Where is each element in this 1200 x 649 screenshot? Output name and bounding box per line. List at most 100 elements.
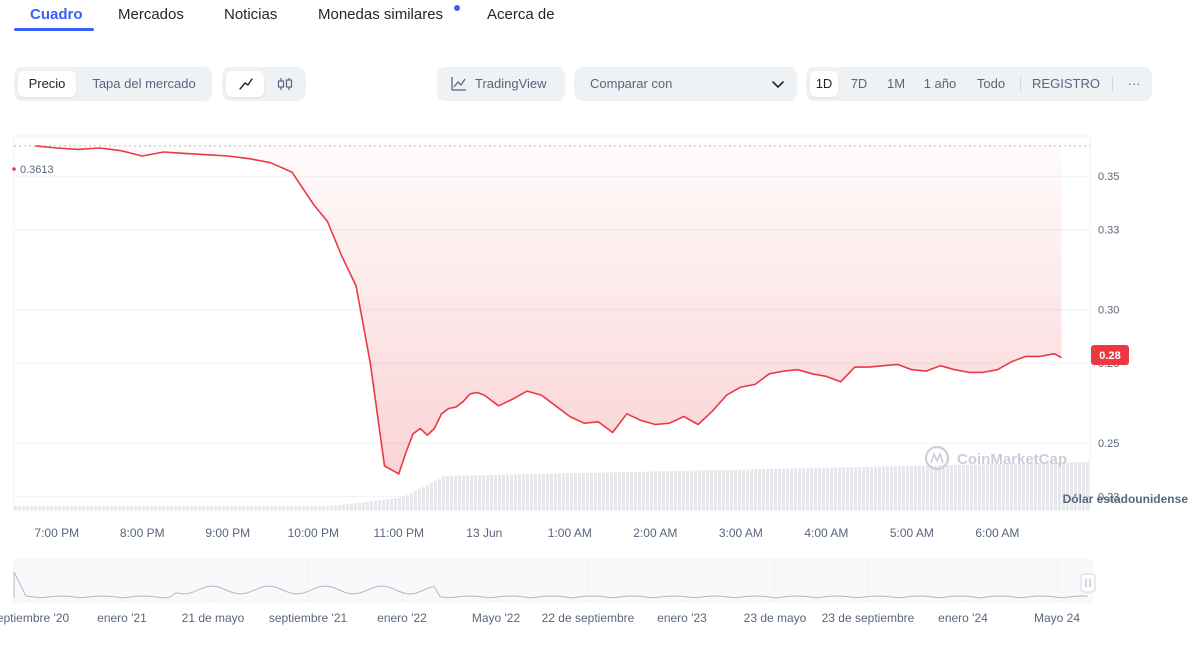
volume-bar — [382, 499, 385, 510]
candlestick-button[interactable] — [266, 71, 304, 97]
line-chart-button[interactable] — [226, 71, 264, 97]
volume-bar — [406, 495, 409, 510]
x-tick-label: 5:00 AM — [890, 526, 934, 540]
volume-bar — [402, 497, 405, 510]
more-options-button[interactable]: ··· — [1120, 71, 1148, 97]
volume-bar — [590, 472, 593, 510]
coinmarketcap-wordmark: CoinMarketCap — [957, 451, 1067, 468]
volume-bar — [70, 506, 73, 510]
tradingview-button[interactable]: TradingView — [437, 67, 565, 101]
volume-bar — [626, 471, 629, 510]
current-price-badge: 0.28 — [1091, 345, 1129, 366]
range-1-ano[interactable]: 1 año — [918, 71, 962, 97]
volume-bar — [806, 468, 809, 510]
range-1m[interactable]: 1M — [882, 71, 910, 97]
volume-bar — [606, 472, 609, 510]
x-tick-label: 4:00 AM — [804, 526, 848, 540]
volume-bar — [438, 479, 441, 510]
navigator-date-label: enero '23 — [657, 611, 707, 625]
volume-bar — [486, 475, 489, 510]
active-tab-indicator — [14, 28, 94, 31]
volume-bar — [726, 469, 729, 510]
volume-bar — [138, 506, 141, 510]
volume-bar — [598, 472, 601, 510]
volume-bar — [502, 474, 505, 510]
volume-bar — [306, 506, 309, 510]
volume-bar — [46, 506, 49, 510]
volume-bar — [506, 474, 509, 510]
tab-acerca-de[interactable]: Acerca de — [487, 6, 555, 23]
compare-dropdown[interactable]: Comparar con — [574, 67, 797, 101]
range-1d[interactable]: 1D — [810, 71, 838, 97]
tradingview-icon — [451, 77, 466, 91]
volume-bar — [858, 466, 861, 510]
volume-bar — [978, 464, 981, 510]
volume-bar — [134, 506, 137, 510]
volume-bar — [1054, 462, 1057, 510]
navigator-date-label: enero '22 — [377, 611, 427, 625]
range-7d[interactable]: 7D — [844, 71, 874, 97]
volume-bar — [974, 464, 977, 510]
volume-bar — [78, 506, 81, 510]
volume-bar — [342, 504, 345, 510]
volume-bar — [170, 506, 173, 510]
volume-bar — [38, 506, 41, 510]
tab-mercados[interactable]: Mercados — [118, 6, 184, 23]
volume-bar — [750, 469, 753, 510]
volume-bar — [50, 506, 53, 510]
volume-bar — [350, 503, 353, 510]
volume-bar — [174, 506, 177, 510]
volume-bar — [1034, 463, 1037, 510]
volume-bar — [710, 470, 713, 510]
precio-button[interactable]: Precio — [18, 71, 76, 97]
volume-bar — [394, 498, 397, 510]
volume-bar — [246, 506, 249, 510]
chart-style-toggle — [222, 67, 306, 101]
range-todo[interactable]: Todo — [970, 71, 1012, 97]
volume-bar — [930, 465, 933, 510]
currency-label: Dólar estadounidense — [1063, 492, 1189, 506]
volume-bar — [674, 470, 677, 510]
volume-bar — [198, 506, 201, 510]
volume-bar — [950, 465, 953, 510]
volume-bar — [74, 506, 77, 510]
x-tick-label: 13 Jun — [466, 526, 502, 540]
volume-bar — [910, 465, 913, 510]
volume-bar — [94, 506, 97, 510]
y-tick-label: 0.30 — [1098, 305, 1119, 317]
volume-bar — [642, 471, 645, 510]
more-separator — [1112, 76, 1113, 92]
price-chart[interactable]: CoinMarketCap 0.350.330.300.280.250.23 7… — [0, 130, 1200, 600]
navigator-handle[interactable] — [1080, 573, 1096, 593]
volume-bar — [614, 472, 617, 510]
volume-bar — [966, 464, 969, 510]
volume-bar — [718, 470, 721, 510]
tab-noticias[interactable]: Noticias — [224, 6, 277, 23]
volume-bar — [934, 465, 937, 510]
volume-bar — [962, 464, 965, 510]
volume-bar — [58, 506, 61, 510]
volume-bar — [182, 506, 185, 510]
tab-monedas-similares[interactable]: Monedas similares — [318, 6, 443, 23]
tapa-del-mercado-button[interactable]: Tapa del mercado — [80, 71, 208, 97]
volume-bar — [882, 466, 885, 510]
volume-bar — [986, 464, 989, 510]
volume-bar — [190, 506, 193, 510]
volume-bar — [458, 475, 461, 510]
volume-bar — [426, 485, 429, 510]
volume-bar — [398, 497, 401, 510]
volume-bar — [906, 465, 909, 510]
volume-bar — [118, 506, 121, 510]
tab-cuadro[interactable]: Cuadro — [30, 6, 83, 23]
y-axis-labels: 0.350.330.300.280.250.23 — [1098, 171, 1119, 504]
volume-bar — [1006, 463, 1009, 510]
range-registro[interactable]: REGISTRO — [1028, 71, 1104, 97]
volume-bar — [690, 470, 693, 510]
x-tick-label: 7:00 PM — [34, 526, 79, 540]
volume-bar — [546, 473, 549, 510]
volume-bar — [454, 475, 457, 510]
volume-bar — [26, 506, 29, 510]
range-navigator[interactable]: septiembre '20 enero '21 21 de mayo septiem… — [0, 558, 1200, 628]
volume-bar — [42, 506, 45, 510]
volume-bar — [878, 466, 881, 510]
